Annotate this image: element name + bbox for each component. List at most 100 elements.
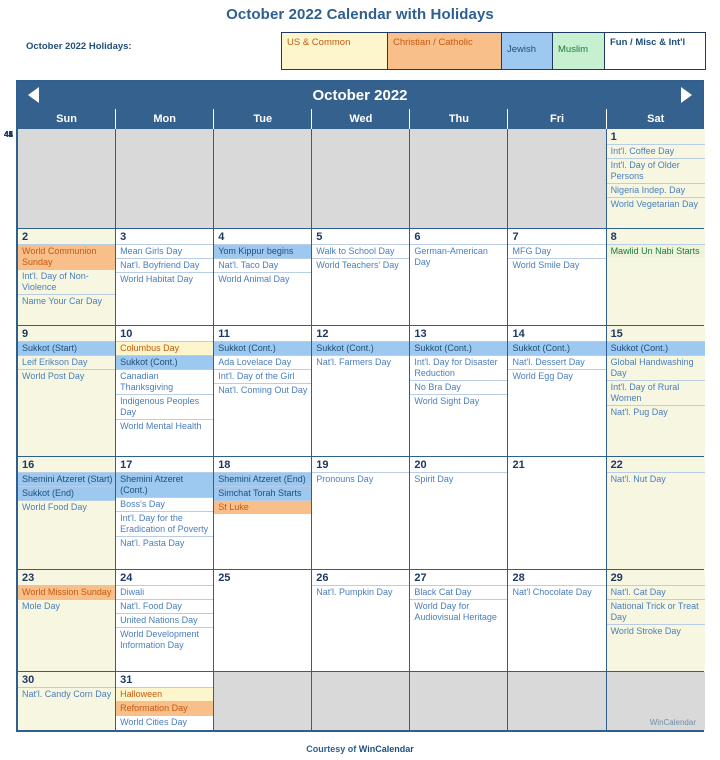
holiday-event[interactable]: Nigeria Indep. Day — [606, 183, 705, 197]
calendar-day-cell[interactable]: 11 Sukkot (Cont.) Ada Lovelace Day Int'l. D… — [214, 326, 313, 456]
holiday-event[interactable]: Nat'l. Cat Day — [606, 585, 705, 599]
calendar-day-cell[interactable]: 8 Mawlid Un Nabi Starts — [606, 229, 705, 325]
calendar-day-cell[interactable]: 24 Diwali Nat'l. Food Day United Nations Da… — [116, 570, 215, 671]
holiday-event[interactable]: Int'l. Day of the Girl — [214, 369, 312, 383]
holiday-event[interactable]: St Luke — [214, 500, 312, 514]
holiday-event[interactable]: Reformation Day — [116, 701, 214, 715]
holiday-event[interactable]: Int'l. Coffee Day — [606, 144, 705, 158]
holiday-event[interactable]: German-American Day — [410, 244, 508, 269]
holiday-event[interactable]: Int'l. Day for the Eradication of Povert… — [116, 511, 214, 536]
holiday-event[interactable]: Nat'l. Coming Out Day — [214, 383, 312, 397]
calendar-day-cell[interactable]: 1 Int'l. Coffee Day Int'l. Day of Older Pe… — [606, 129, 705, 228]
holiday-event[interactable]: Columbus Day — [116, 341, 214, 355]
calendar-day-cell[interactable]: 29 Nat'l. Cat Day National Trick or Treat … — [606, 570, 705, 671]
calendar-day-cell[interactable]: 26 Nat'l. Pumpkin Day — [312, 570, 411, 671]
calendar-day-cell[interactable]: 23 World Mission Sunday Mole Day — [18, 570, 117, 671]
holiday-event[interactable]: Mean Girls Day — [116, 244, 214, 258]
holiday-event[interactable]: World Development Information Day — [116, 627, 214, 652]
holiday-event[interactable]: Diwali — [116, 585, 214, 599]
legend-item-fun-misc-intl[interactable]: Fun / Misc & Int'l — [605, 33, 705, 69]
holiday-event[interactable]: Nat'l. Nut Day — [606, 472, 705, 486]
calendar-day-cell[interactable]: 5 Walk to School Day World Teachers' Day — [312, 229, 411, 325]
holiday-event[interactable]: Nat'l. Food Day — [116, 599, 214, 613]
holiday-event[interactable]: Shemini Atzeret (End) — [214, 472, 312, 486]
holiday-event[interactable]: Ada Lovelace Day — [214, 355, 312, 369]
legend-item-christian-catholic[interactable]: Christian / Catholic — [388, 33, 502, 69]
holiday-event[interactable]: Sukkot (Cont.) — [508, 341, 606, 355]
calendar-day-cell[interactable]: 16 Shemini Atzeret (Start) Sukkot (End) Wor… — [18, 457, 117, 569]
holiday-event[interactable]: World Food Day — [18, 500, 116, 514]
holiday-event[interactable]: Simchat Torah Starts — [214, 486, 312, 500]
holiday-event[interactable]: Nat'l. Dessert Day — [508, 355, 606, 369]
holiday-event[interactable]: Shemini Atzeret (Cont.) — [116, 472, 214, 497]
holiday-event[interactable]: Walk to School Day — [312, 244, 410, 258]
holiday-event[interactable]: Shemini Atzeret (Start) — [18, 472, 116, 486]
calendar-day-cell[interactable]: 9 Sukkot (Start) Leif Erikson Day World Pos… — [18, 326, 117, 456]
holiday-event[interactable]: World Mission Sunday — [18, 585, 116, 599]
holiday-event[interactable]: Boss's Day — [116, 497, 214, 511]
holiday-event[interactable]: Sukkot (Cont.) — [214, 341, 312, 355]
holiday-event[interactable]: World Communion Sunday — [18, 244, 116, 269]
prev-month-icon[interactable] — [28, 87, 39, 103]
holiday-event[interactable]: World Smile Day — [508, 258, 606, 272]
holiday-event[interactable]: Mole Day — [18, 599, 116, 613]
holiday-event[interactable]: Spirit Day — [410, 472, 508, 486]
legend-item-muslim[interactable]: Muslim — [553, 33, 605, 69]
calendar-day-cell[interactable]: 17 Shemini Atzeret (Cont.) Boss's Day Int'l… — [116, 457, 215, 569]
holiday-event[interactable]: Sukkot (Cont.) — [606, 341, 705, 355]
holiday-event[interactable]: Halloween — [116, 687, 214, 701]
calendar-day-cell[interactable]: 25 — [214, 570, 313, 671]
calendar-day-cell[interactable]: 22 Nat'l. Nut Day — [606, 457, 705, 569]
holiday-event[interactable]: United Nations Day — [116, 613, 214, 627]
holiday-event[interactable]: Sukkot (Cont.) — [116, 355, 214, 369]
holiday-event[interactable]: Nat'l. Taco Day — [214, 258, 312, 272]
holiday-event[interactable]: Canadian Thanksgiving — [116, 369, 214, 394]
calendar-day-cell[interactable]: 18 Shemini Atzeret (End) Simchat Torah Sta… — [214, 457, 313, 569]
calendar-day-cell[interactable]: 21 — [508, 457, 607, 569]
holiday-event[interactable]: Leif Erikson Day — [18, 355, 116, 369]
holiday-event[interactable]: World Animal Day — [214, 272, 312, 286]
holiday-event[interactable]: Nat'l. Farmers Day — [312, 355, 410, 369]
calendar-day-cell[interactable]: 4 Yom Kippur begins Nat'l. Taco Day World A… — [214, 229, 313, 325]
calendar-day-cell[interactable]: 6 German-American Day — [410, 229, 509, 325]
holiday-event[interactable]: Nat'l. Pasta Day — [116, 536, 214, 550]
holiday-event[interactable]: Yom Kippur begins — [214, 244, 312, 258]
holiday-event[interactable]: Black Cat Day — [410, 585, 508, 599]
holiday-event[interactable]: World Stroke Day — [606, 624, 705, 638]
calendar-day-cell[interactable]: 15 Sukkot (Cont.) Global Handwashing Day In… — [606, 326, 705, 456]
holiday-event[interactable]: World Mental Health — [116, 419, 214, 433]
legend-item-us-common[interactable]: US & Common — [282, 33, 388, 69]
holiday-event[interactable]: Nat'l. Candy Corn Day — [18, 687, 116, 701]
holiday-event[interactable]: Sukkot (Cont.) — [410, 341, 508, 355]
holiday-event[interactable]: No Bra Day — [410, 380, 508, 394]
calendar-day-cell[interactable]: 12 Sukkot (Cont.) Nat'l. Farmers Day — [312, 326, 411, 456]
calendar-day-cell[interactable]: 7 MFG Day World Smile Day — [508, 229, 607, 325]
calendar-day-cell[interactable]: 27 Black Cat Day World Day for Audiovisual… — [410, 570, 509, 671]
holiday-event[interactable]: Nat'l. Pug Day — [606, 405, 705, 419]
next-month-icon[interactable] — [681, 87, 692, 103]
footer-brand-link[interactable]: WinCalendar — [359, 744, 414, 754]
holiday-event[interactable]: Sukkot (End) — [18, 486, 116, 500]
holiday-event[interactable]: Pronouns Day — [312, 472, 410, 486]
calendar-day-cell[interactable]: 19 Pronouns Day — [312, 457, 411, 569]
calendar-day-cell[interactable]: 30 Nat'l. Candy Corn Day — [18, 672, 117, 730]
holiday-event[interactable]: World Post Day — [18, 369, 116, 383]
calendar-day-cell[interactable]: 14 Sukkot (Cont.) Nat'l. Dessert Day World … — [508, 326, 607, 456]
holiday-event[interactable]: Int'l. Day of Older Persons — [606, 158, 705, 183]
holiday-event[interactable]: World Sight Day — [410, 394, 508, 408]
calendar-day-cell[interactable]: 28 Nat'l Chocolate Day — [508, 570, 607, 671]
calendar-day-cell[interactable]: 2 World Communion Sunday Int'l. Day of Non… — [18, 229, 117, 325]
holiday-event[interactable]: World Teachers' Day — [312, 258, 410, 272]
holiday-event[interactable]: Nat'l Chocolate Day — [508, 585, 606, 599]
calendar-day-cell[interactable]: 10 Columbus Day Sukkot (Cont.) Canadian Tha… — [116, 326, 215, 456]
calendar-day-cell[interactable]: 3 Mean Girls Day Nat'l. Boyfriend Day World… — [116, 229, 215, 325]
holiday-event[interactable]: Int'l. Day of Non-Violence — [18, 269, 116, 294]
holiday-event[interactable]: World Habitat Day — [116, 272, 214, 286]
calendar-day-cell[interactable]: 20 Spirit Day — [410, 457, 509, 569]
holiday-event[interactable]: World Day for Audiovisual Heritage — [410, 599, 508, 624]
holiday-event[interactable]: Int'l. Day for Disaster Reduction — [410, 355, 508, 380]
legend-item-jewish[interactable]: Jewish — [502, 33, 553, 69]
holiday-event[interactable]: Sukkot (Start) — [18, 341, 116, 355]
holiday-event[interactable]: Indigenous Peoples Day — [116, 394, 214, 419]
calendar-day-cell[interactable]: 13 Sukkot (Cont.) Int'l. Day for Disaster … — [410, 326, 509, 456]
